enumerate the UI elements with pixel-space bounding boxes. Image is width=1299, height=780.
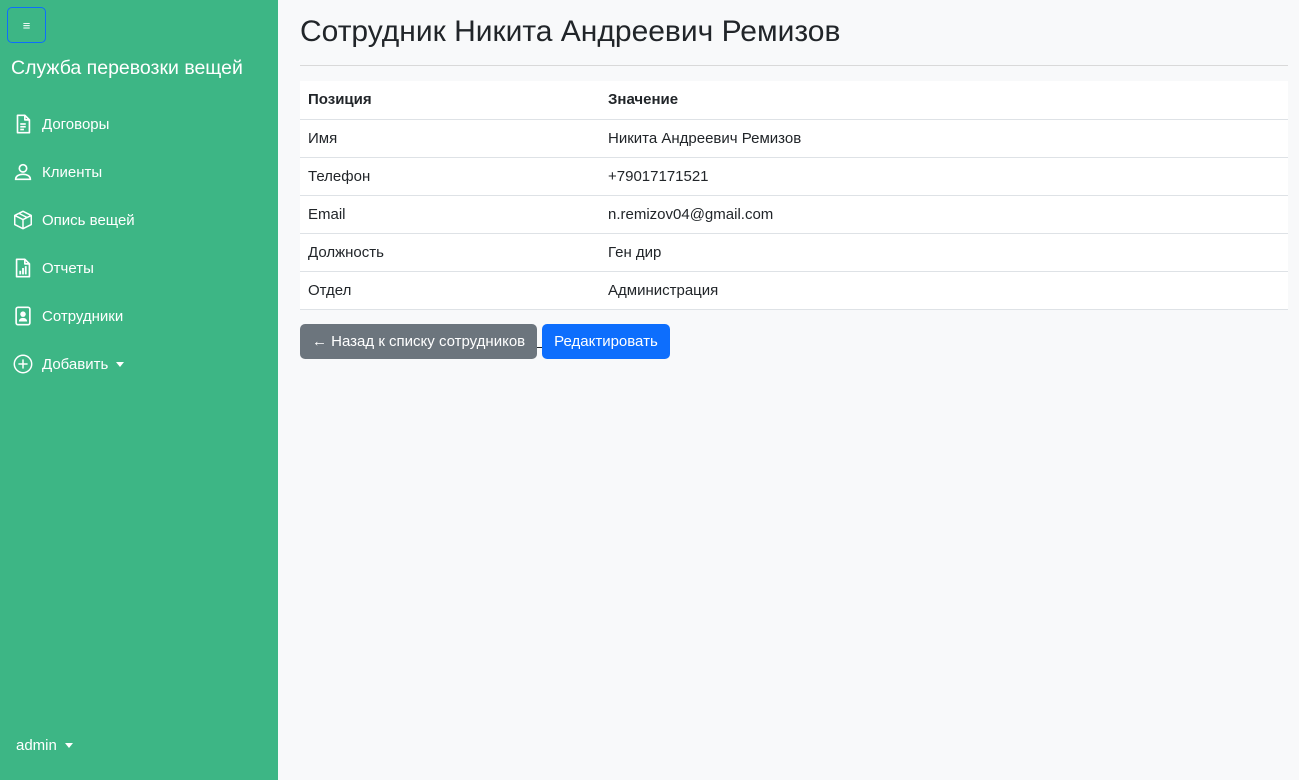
column-header: Позиция [300, 81, 600, 120]
edit-button[interactable]: Редактировать [542, 324, 670, 359]
sidebar-item-contracts[interactable]: Договоры [11, 109, 109, 139]
sidebar-item-clients[interactable]: Клиенты [11, 157, 102, 187]
button-separator [537, 324, 543, 359]
sidebar: ≡ Служба перевозки вещей Договоры Клиент… [0, 0, 278, 780]
field-label: Email [300, 195, 600, 234]
field-value: Никита Андреевич Ремизов [600, 119, 1288, 158]
sidebar-item-label: Опись вещей [42, 211, 135, 229]
table-row: Отдел Администрация [300, 271, 1288, 310]
field-label: Должность [300, 233, 600, 272]
box-icon [11, 208, 35, 232]
brand-title: Служба перевозки вещей [11, 57, 243, 79]
table-row: Телефон +79017171521 [300, 157, 1288, 196]
sidebar-item-label: Сотрудники [42, 307, 124, 325]
field-value: n.remizov04@gmail.com [600, 195, 1288, 234]
field-label: Отдел [300, 271, 600, 310]
back-to-employees-button[interactable]: ← Назад к списку сотрудников [300, 324, 538, 359]
field-value: Администрация [600, 271, 1288, 310]
user-menu-dropdown[interactable]: admin [16, 737, 73, 754]
sidebar-item-reports[interactable]: Отчеты [11, 253, 94, 283]
table-row: Email n.remizov04@gmail.com [300, 195, 1288, 234]
column-header: Значение [600, 81, 1288, 120]
employee-details-table: Позиция Значение Имя Никита Андреевич Ре… [300, 81, 1288, 310]
document-icon [11, 112, 35, 136]
person-icon [11, 160, 35, 184]
table-row: Должность Ген дир [300, 233, 1288, 272]
field-label: Телефон [300, 157, 600, 196]
report-icon [11, 256, 35, 280]
field-value: Ген дир [600, 233, 1288, 272]
field-value: +79017171521 [600, 157, 1288, 196]
field-label: Имя [300, 119, 600, 158]
username: admin [16, 737, 57, 754]
sidebar-item-label: Клиенты [42, 163, 103, 181]
action-buttons: ← Назад к списку сотрудников Редактирова… [300, 324, 670, 359]
sidebar-item-inventory[interactable]: Опись вещей [11, 205, 135, 235]
caret-down-icon [116, 361, 125, 367]
sidebar-toggle-button[interactable]: ≡ [7, 7, 46, 43]
plus-circle-icon [11, 352, 35, 376]
divider [300, 65, 1288, 66]
sidebar-item-label: Отчеты [42, 259, 94, 277]
sidebar-item-employees[interactable]: Сотрудники [11, 301, 123, 331]
sidebar-item-label: Договоры [42, 115, 110, 133]
table-row: Имя Никита Андреевич Ремизов [300, 119, 1288, 158]
page-title: Сотрудник Никита Андреевич Ремизов [300, 15, 841, 48]
sidebar-item-add-dropdown[interactable]: Добавить [11, 349, 125, 379]
table-header-row: Позиция Значение [300, 81, 1288, 120]
badge-icon [11, 304, 35, 328]
sidebar-item-label: Добавить [42, 355, 109, 373]
caret-down-icon [64, 743, 73, 748]
